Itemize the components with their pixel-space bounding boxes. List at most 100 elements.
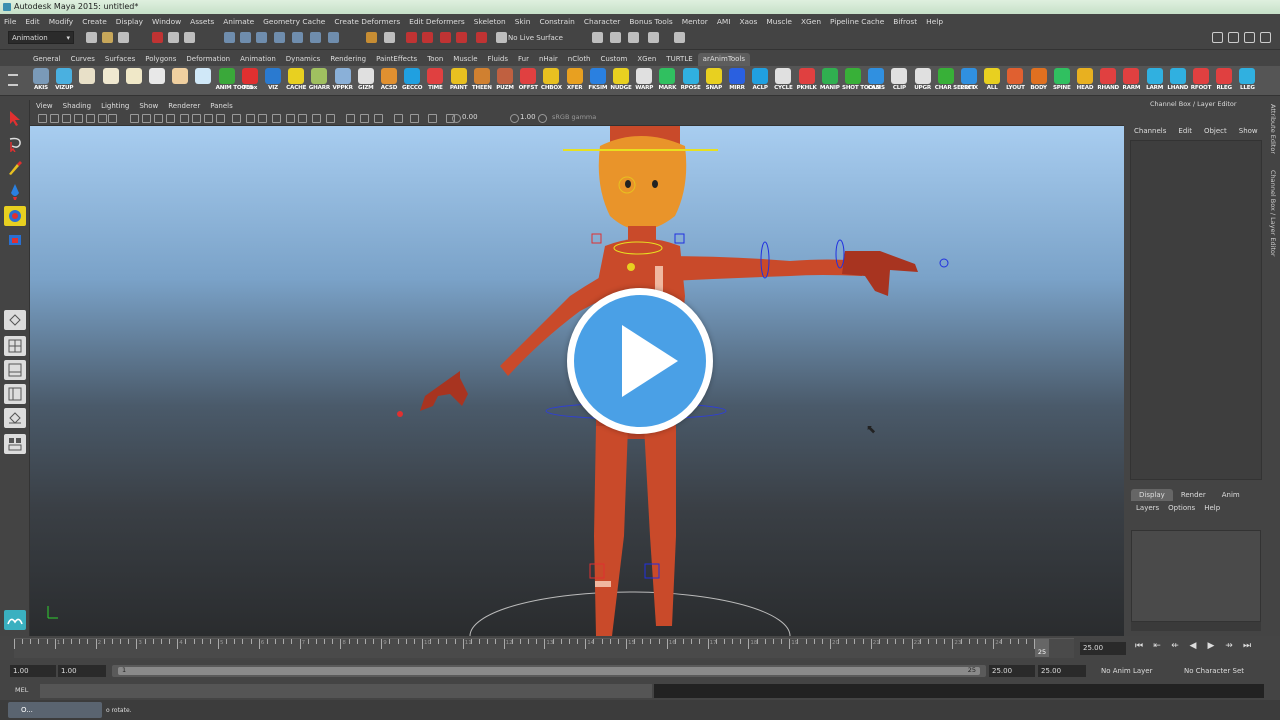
shelf-button-prfix[interactable]: PRFIX bbox=[958, 68, 980, 95]
menu-mentor[interactable]: Mentor bbox=[682, 17, 708, 26]
menu-muscle[interactable]: Muscle bbox=[766, 17, 792, 26]
panel-toolbar-icon[interactable] bbox=[246, 114, 255, 123]
panel-toggle-icon[interactable] bbox=[1244, 32, 1255, 43]
shelf-tab-animation[interactable]: Animation bbox=[235, 53, 281, 66]
taskbar-button[interactable]: O... bbox=[8, 702, 102, 718]
menu-bifrost[interactable]: Bifrost bbox=[893, 17, 917, 26]
panel-menu-renderer[interactable]: Renderer bbox=[168, 102, 200, 110]
menu-skin[interactable]: Skin bbox=[515, 17, 531, 26]
playback-end-field[interactable]: 25.00 bbox=[989, 665, 1035, 677]
shelf-button-shot-tools[interactable]: SHOT TOOLS bbox=[842, 68, 880, 95]
shelf-tab-aranimtools[interactable]: arAnimTools bbox=[697, 53, 751, 66]
panel-field-1[interactable]: 0.00 bbox=[462, 113, 478, 121]
shelf-button-rleg[interactable]: RLEG bbox=[1213, 68, 1235, 95]
paint-select-tool-icon[interactable] bbox=[4, 158, 26, 178]
shelf-tab-muscle[interactable]: Muscle bbox=[448, 53, 482, 66]
step-back-key-icon[interactable]: ⇤ bbox=[1148, 641, 1166, 651]
panel-toggle-circle-icon[interactable] bbox=[510, 114, 519, 123]
shelf-button-aclp[interactable]: ACLP bbox=[749, 68, 771, 95]
shelf-button-larm[interactable]: LARM bbox=[1144, 68, 1166, 95]
panel-toolbar-icon[interactable] bbox=[312, 114, 321, 123]
menu-modify[interactable]: Modify bbox=[49, 17, 74, 26]
panel-toggle-circle-icon[interactable] bbox=[452, 114, 461, 123]
rotate-tool-icon[interactable] bbox=[4, 206, 26, 226]
panel-toolbar-icon[interactable] bbox=[428, 114, 437, 123]
shelf-menu-icon[interactable] bbox=[8, 74, 18, 86]
character-set-label[interactable]: No Character Set bbox=[1184, 665, 1244, 677]
shelf-button-tool-7[interactable] bbox=[192, 68, 214, 95]
status-line-tool-icon[interactable] bbox=[422, 32, 433, 43]
select-tool-icon[interactable] bbox=[4, 108, 26, 128]
menu-edit-deformers[interactable]: Edit Deformers bbox=[409, 17, 465, 26]
step-forward-frame-icon[interactable]: ⇸ bbox=[1220, 641, 1238, 651]
go-to-start-icon[interactable]: ⏮ bbox=[1130, 641, 1148, 651]
shelf-button-lleg[interactable]: LLEG bbox=[1236, 68, 1258, 95]
status-line-tool-icon[interactable] bbox=[476, 32, 487, 43]
menu-skeleton[interactable]: Skeleton bbox=[474, 17, 506, 26]
single-pane-layout-icon[interactable] bbox=[4, 310, 26, 330]
panel-toolbar-icon[interactable] bbox=[98, 114, 107, 123]
shelf-button-cycle[interactable]: CYCLE bbox=[772, 68, 794, 95]
shelf-button-akis[interactable]: AKIS bbox=[30, 68, 52, 95]
menu-character[interactable]: Character bbox=[584, 17, 621, 26]
shelf-tab-custom[interactable]: Custom bbox=[596, 53, 633, 66]
range-slider-handle[interactable] bbox=[118, 667, 980, 675]
custom-layout-icon[interactable] bbox=[4, 434, 26, 454]
shelf-tab-rendering[interactable]: Rendering bbox=[325, 53, 371, 66]
panel-menu-shading[interactable]: Shading bbox=[63, 102, 91, 110]
shelf-button-vizup[interactable]: VIZUP bbox=[53, 68, 75, 95]
shelf-tab-dynamics[interactable]: Dynamics bbox=[281, 53, 326, 66]
shelf-tab-toon[interactable]: Toon bbox=[422, 53, 448, 66]
status-line-tool-icon[interactable] bbox=[456, 32, 467, 43]
shelf-tab-xgen[interactable]: XGen bbox=[632, 53, 661, 66]
menu-xgen[interactable]: XGen bbox=[801, 17, 821, 26]
shelf-button-time[interactable]: TIME bbox=[424, 68, 446, 95]
panel-toolbar-icon[interactable] bbox=[298, 114, 307, 123]
shelf-tab-fur[interactable]: Fur bbox=[513, 53, 534, 66]
anim-layer-label[interactable]: No Anim Layer bbox=[1101, 665, 1152, 677]
shelf-button-all[interactable]: ALL bbox=[981, 68, 1003, 95]
panel-toggle-circle-icon[interactable] bbox=[538, 114, 547, 123]
status-line-tool-icon[interactable] bbox=[328, 32, 339, 43]
animation-start-field[interactable]: 1.00 bbox=[10, 665, 56, 677]
shelf-button-cams[interactable]: CAMS bbox=[865, 68, 887, 95]
panel-toolbar-icon[interactable] bbox=[326, 114, 335, 123]
shelf-tab-polygons[interactable]: Polygons bbox=[140, 53, 181, 66]
shelf-button-paint[interactable]: PAINT bbox=[448, 68, 470, 95]
status-line-tool-icon[interactable] bbox=[628, 32, 639, 43]
shelf-button-rfoot[interactable]: RFOOT bbox=[1190, 68, 1212, 95]
current-frame-marker[interactable]: 25 bbox=[1035, 639, 1049, 657]
panel-menu-panels[interactable]: Panels bbox=[210, 102, 233, 110]
mel-label[interactable]: MEL bbox=[15, 686, 28, 694]
live-surface-label[interactable]: No Live Surface bbox=[508, 32, 563, 44]
panel-toolbar-icon[interactable] bbox=[394, 114, 403, 123]
wave-icon[interactable] bbox=[4, 610, 26, 630]
layer-menu-layers[interactable]: Layers bbox=[1136, 504, 1159, 512]
panel-toolbar-icon[interactable] bbox=[50, 114, 59, 123]
shelf-button-gharr[interactable]: GHARR bbox=[308, 68, 330, 95]
shelf-button-lyout[interactable]: LYOUT bbox=[1004, 68, 1026, 95]
panel-toolbar-icon[interactable] bbox=[154, 114, 163, 123]
channel-box-menu-object[interactable]: Object bbox=[1204, 127, 1227, 135]
outliner-layout-icon[interactable] bbox=[4, 384, 26, 404]
panel-menu-view[interactable]: View bbox=[36, 102, 53, 110]
panel-toolbar-icon[interactable] bbox=[216, 114, 225, 123]
panel-menu-show[interactable]: Show bbox=[139, 102, 158, 110]
status-line-tool-icon[interactable] bbox=[292, 32, 303, 43]
range-slider[interactable]: 1 25 bbox=[112, 665, 986, 677]
attribute-editor-tab[interactable]: Attribute Editor bbox=[1265, 104, 1277, 154]
panel-toolbar-icon[interactable] bbox=[180, 114, 189, 123]
menu-create-deformers[interactable]: Create Deformers bbox=[334, 17, 400, 26]
menu-help[interactable]: Help bbox=[926, 17, 943, 26]
menu-xaos[interactable]: Xaos bbox=[739, 17, 757, 26]
shelf-tab-painteffects[interactable]: PaintEffects bbox=[371, 53, 422, 66]
shelf-tab-fluids[interactable]: Fluids bbox=[483, 53, 513, 66]
shelf-button-viz[interactable]: VIZ bbox=[262, 68, 284, 95]
four-pane-layout-icon[interactable] bbox=[4, 336, 26, 356]
menu-ami[interactable]: AMI bbox=[717, 17, 731, 26]
panel-toolbar-icon[interactable] bbox=[142, 114, 151, 123]
status-line-tool-icon[interactable] bbox=[168, 32, 179, 43]
panel-toolbar-icon[interactable] bbox=[166, 114, 175, 123]
shelf-tab-curves[interactable]: Curves bbox=[66, 53, 100, 66]
shelf-button-mark[interactable]: MARK bbox=[656, 68, 678, 95]
